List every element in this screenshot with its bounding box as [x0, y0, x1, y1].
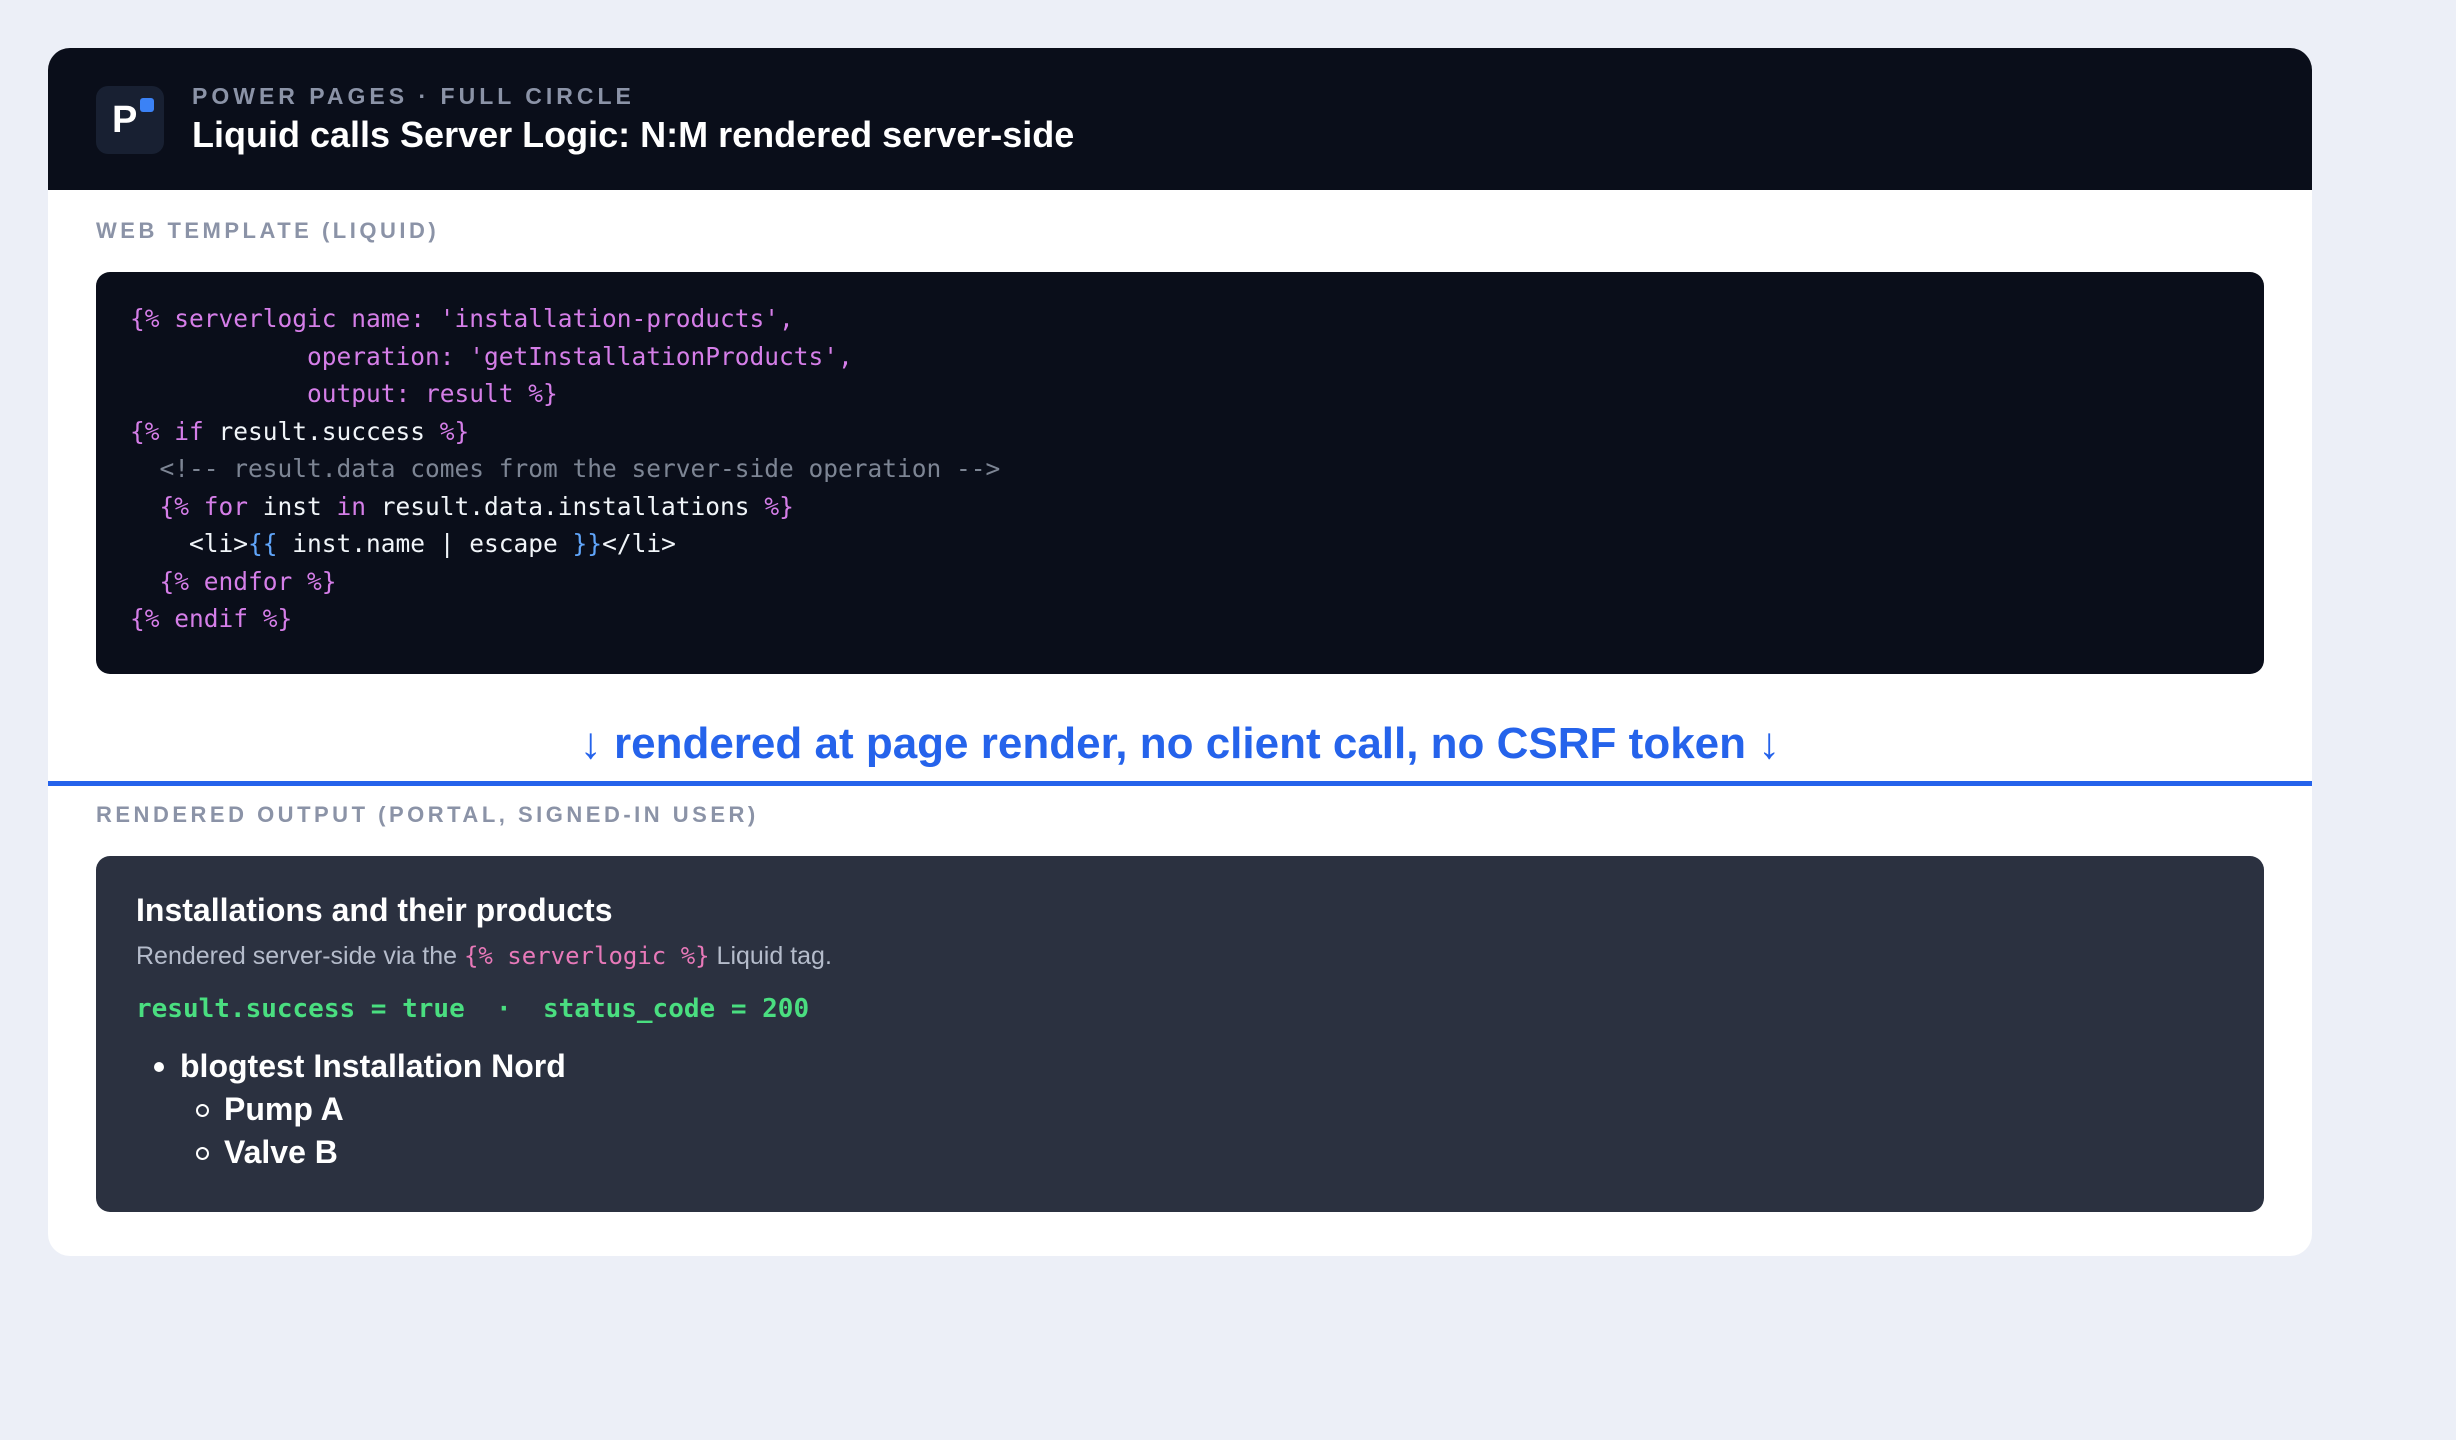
code-comment: <!-- result.data comes from the server-s… — [130, 454, 1001, 483]
logo-dot-icon — [140, 98, 154, 112]
list-item: Valve B — [136, 1131, 566, 1174]
subtitle-text: Rendered server-side via the — [136, 942, 464, 970]
circle-bullet-icon — [196, 1104, 209, 1117]
code-token: %} — [749, 491, 794, 521]
code-token: output: result %} — [130, 379, 558, 408]
code-token: <li> — [130, 529, 249, 558]
bullet-icon — [154, 1062, 164, 1072]
code-token: {% if — [130, 416, 219, 446]
header-eyebrow: POWER PAGES · FULL CIRCLE — [192, 83, 635, 109]
code-token: %} — [425, 416, 470, 446]
code-token: inst.name | escape — [277, 529, 573, 558]
power-pages-logo: P — [96, 86, 164, 154]
subtitle-liquid-tag: {% serverlogic %} — [463, 942, 710, 970]
product-name: Valve B — [224, 1134, 338, 1170]
render-flow-note: ↓ rendered at page render, no client cal… — [579, 719, 1781, 768]
code-token: inst — [262, 491, 322, 521]
output-subtitle: Rendered server-side via the {% serverlo… — [136, 940, 832, 972]
rendered-output-panel: Installations and their products Rendere… — [96, 856, 2264, 1212]
main-card: P POWER PAGES · FULL CIRCLE Liquid calls… — [48, 48, 2312, 1256]
list-item: Pump A — [136, 1088, 566, 1131]
installations-list: blogtest Installation Nord Pump A Valve … — [136, 1044, 566, 1174]
list-item: blogtest Installation Nord — [136, 1044, 566, 1088]
code-token: operation: — [130, 341, 470, 371]
code-token: {% endfor %} — [130, 566, 337, 596]
circle-bullet-icon — [196, 1147, 209, 1160]
output-section-label: RENDERED OUTPUT (PORTAL, SIGNED-IN USER) — [96, 802, 759, 827]
code-token: {{ — [248, 529, 278, 558]
code-token: 'getInstallationProducts', — [469, 341, 853, 371]
code-token: {% serverlogic name: — [130, 304, 440, 333]
product-name: Pump A — [224, 1091, 344, 1127]
code-token: result.success — [218, 416, 426, 446]
page-title: Liquid calls Server Logic: N:M rendered … — [192, 114, 1075, 155]
output-title: Installations and their products — [136, 892, 613, 928]
logo-letter: P — [112, 99, 138, 141]
status-line: result.success = true · status_code = 20… — [136, 994, 810, 1024]
code-token: result.data.installations — [380, 491, 750, 521]
template-section-label: WEB TEMPLATE (LIQUID) — [96, 218, 440, 243]
subtitle-text: Liquid tag. — [709, 942, 832, 970]
installation-name: blogtest Installation Nord — [180, 1048, 566, 1084]
section-divider — [48, 781, 2312, 786]
code-token: {% endif %} — [130, 604, 293, 633]
liquid-code-block: {% serverlogic name: 'installation-produ… — [96, 272, 2264, 674]
code-token: in — [321, 491, 381, 521]
page-header: P POWER PAGES · FULL CIRCLE Liquid calls… — [48, 48, 2312, 190]
code-token: {% for — [130, 491, 263, 521]
code-token: }} — [572, 529, 603, 558]
liquid-code: {% serverlogic name: 'installation-produ… — [130, 300, 1000, 638]
code-token: </li> — [602, 529, 676, 558]
code-token: 'installation-products', — [439, 304, 794, 333]
